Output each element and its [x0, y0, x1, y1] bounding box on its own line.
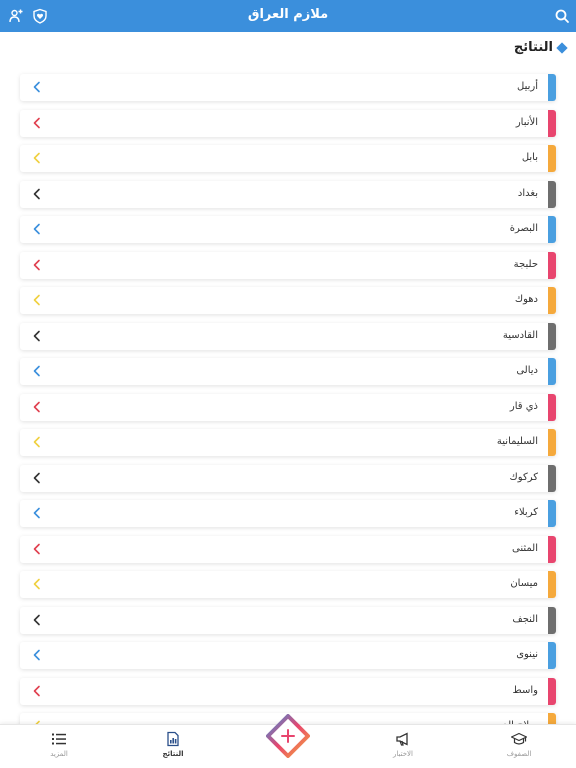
nav-more[interactable]: المزيد — [24, 731, 94, 758]
province-row[interactable]: ذي قار — [20, 393, 556, 421]
province-name: نينوى — [516, 649, 538, 660]
color-bar — [548, 642, 556, 669]
province-name: بابل — [521, 152, 538, 163]
color-bar — [548, 287, 556, 314]
color-bar — [548, 180, 556, 208]
province-row[interactable]: حلبجة — [20, 251, 556, 279]
chevron-left-icon — [33, 117, 40, 128]
province-name: المثنى — [512, 542, 538, 554]
province-row[interactable]: الأنبار — [20, 109, 556, 137]
color-bar — [548, 145, 556, 172]
section-title: النتائج — [513, 40, 568, 55]
province-name: السليمانية — [496, 436, 538, 447]
province-name: كركوك — [509, 471, 538, 483]
province-row[interactable]: ديالى — [20, 358, 556, 385]
province-name: النجف — [512, 613, 538, 625]
search-icon[interactable] — [554, 8, 570, 24]
results-document-icon — [167, 731, 179, 747]
province-name: واسط — [512, 684, 538, 696]
province-row[interactable]: البصرة — [20, 216, 556, 243]
color-bar — [548, 571, 556, 598]
province-row[interactable]: السليمانية — [20, 429, 556, 456]
province-row[interactable]: بابل — [20, 145, 556, 172]
megaphone-icon — [396, 732, 408, 746]
color-bar — [548, 109, 556, 137]
province-row[interactable]: كربلاء — [20, 500, 556, 527]
color-bar — [548, 464, 556, 492]
province-row[interactable]: دهوك — [20, 287, 556, 314]
color-bar — [548, 322, 556, 350]
chevron-left-icon — [33, 578, 40, 590]
chevron-left-icon — [33, 472, 40, 483]
chevron-left-icon — [33, 330, 40, 341]
chevron-left-icon — [33, 365, 40, 377]
province-row[interactable]: نينوى — [20, 642, 556, 669]
chevron-left-icon — [33, 188, 40, 199]
province-name: حلبجة — [513, 258, 538, 270]
list-menu-icon — [52, 733, 66, 745]
results-content: النتائج أربيل الأنبار بابل بغداد البصرة حلبجة… — [0, 32, 576, 724]
color-bar — [548, 393, 556, 421]
province-row[interactable]: النجف — [20, 606, 556, 634]
chevron-left-icon — [33, 543, 40, 554]
chevron-left-icon — [33, 81, 40, 93]
color-bar — [548, 358, 556, 385]
province-row[interactable]: القادسية — [20, 322, 556, 350]
nav-results[interactable]: النتائج — [138, 731, 208, 758]
graduation-cap-icon — [511, 732, 527, 745]
chevron-left-icon — [33, 614, 40, 625]
top-bar: ملازم العراق — [0, 0, 576, 32]
diamond-icon — [556, 41, 568, 54]
chevron-left-icon — [33, 685, 40, 696]
province-name: بغداد — [517, 187, 538, 199]
color-bar — [548, 535, 556, 563]
province-name: الأنبار — [515, 116, 538, 128]
province-row[interactable]: المثنى — [20, 535, 556, 563]
color-bar — [548, 251, 556, 279]
nav-classes[interactable]: الصفوف — [484, 731, 554, 758]
color-bar — [548, 74, 556, 101]
province-name: دهوك — [514, 294, 538, 305]
chevron-left-icon — [33, 223, 40, 235]
color-bar — [548, 429, 556, 456]
add-fab-button[interactable] — [266, 714, 310, 758]
province-row[interactable]: واسط — [20, 677, 556, 705]
province-row[interactable]: بغداد — [20, 180, 556, 208]
color-bar — [548, 216, 556, 243]
chevron-left-icon — [33, 259, 40, 270]
color-bar — [548, 677, 556, 705]
province-name: البصرة — [509, 223, 538, 234]
nav-classes-label: الصفوف — [506, 750, 532, 758]
chevron-left-icon — [33, 294, 40, 306]
app-title: ملازم العراق — [247, 7, 329, 22]
chevron-left-icon — [33, 152, 40, 164]
province-row[interactable]: كركوك — [20, 464, 556, 492]
nav-exams-label: الاختبار — [392, 750, 413, 758]
province-name: القادسية — [502, 329, 538, 341]
color-bar — [548, 606, 556, 634]
chevron-left-icon — [33, 436, 40, 448]
province-name: ميسان — [510, 578, 538, 589]
nav-results-label: النتائج — [162, 750, 184, 758]
section-title-text: النتائج — [513, 40, 553, 55]
color-bar — [548, 713, 556, 724]
color-bar — [548, 500, 556, 527]
chevron-left-icon — [33, 649, 40, 661]
province-name: ديالى — [516, 365, 538, 376]
province-name: ذي قار — [509, 400, 538, 412]
chevron-left-icon — [33, 507, 40, 519]
province-list: أربيل الأنبار بابل بغداد البصرة حلبجة دهوك القا… — [20, 74, 556, 724]
chevron-left-icon — [33, 401, 40, 412]
province-name: كربلاء — [514, 507, 538, 518]
province-row[interactable]: ميسان — [20, 571, 556, 598]
nav-exams[interactable]: الاختبار — [368, 731, 438, 758]
province-row[interactable]: أربيل — [20, 74, 556, 101]
province-name: أربيل — [517, 81, 538, 92]
nav-more-label: المزيد — [50, 750, 68, 758]
